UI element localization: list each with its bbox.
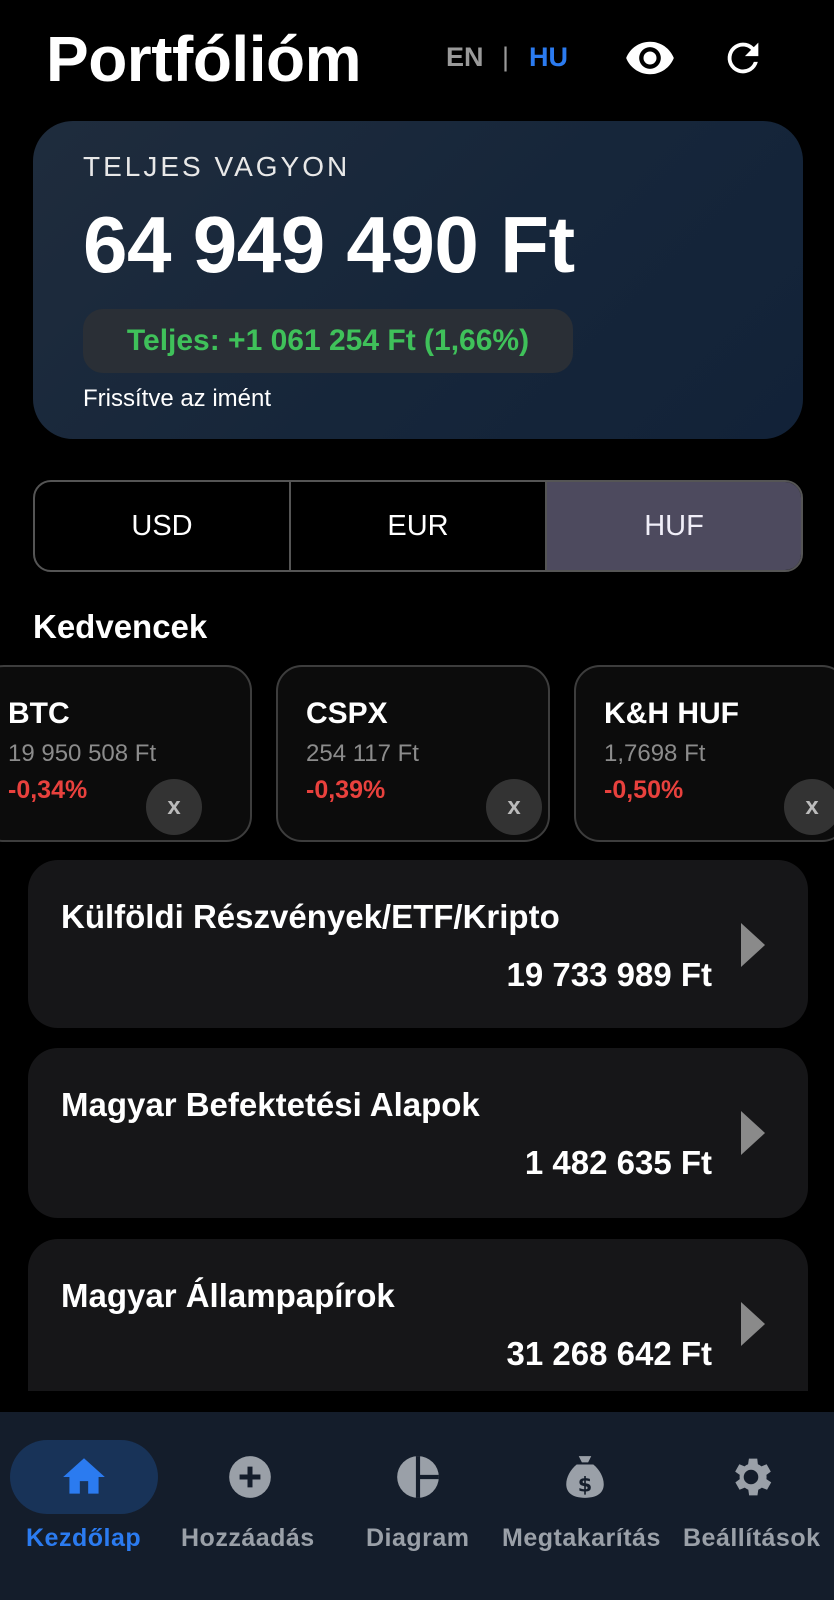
favorite-card-kh-huf[interactable]: K&H HUF 1,7698 Ft -0,50% x bbox=[574, 665, 834, 842]
eye-icon[interactable] bbox=[622, 30, 678, 86]
gear-icon bbox=[724, 1450, 778, 1504]
favorite-name: BTC bbox=[8, 697, 70, 730]
lang-separator: | bbox=[502, 42, 510, 72]
category-name: Magyar Állampapírok bbox=[61, 1277, 395, 1314]
category-name: Külföldi Részvények/ETF/Kripto bbox=[61, 898, 560, 935]
favorite-remove-button[interactable]: x bbox=[146, 779, 202, 835]
favorite-change: -0,39% bbox=[306, 776, 386, 804]
nav-item-add[interactable]: Hozzáadás bbox=[168, 1412, 334, 1600]
total-wealth-value: 64 949 490 Ft bbox=[83, 200, 575, 289]
updated-status: Frissítve az imént bbox=[83, 385, 272, 412]
favorite-card-btc[interactable]: BTC 19 950 508 Ft -0,34% x bbox=[0, 665, 252, 842]
category-value: 1 482 635 Ft bbox=[524, 1144, 712, 1181]
total-change-text: Teljes: +1 061 254 Ft (1,66%) bbox=[126, 324, 530, 357]
app-header: Portfólióm EN | HU bbox=[0, 0, 834, 120]
pie-chart-icon bbox=[391, 1450, 445, 1504]
money-bag-icon: $ bbox=[558, 1450, 612, 1504]
nav-label-savings: Megtakarítás bbox=[502, 1524, 661, 1552]
currency-selector: USD EUR HUF bbox=[33, 480, 803, 572]
nav-item-home[interactable]: Kezdőlap bbox=[0, 1412, 168, 1600]
nav-label-home: Kezdőlap bbox=[26, 1524, 142, 1552]
favorite-price: 19 950 508 Ft bbox=[8, 740, 157, 767]
nav-item-savings[interactable]: $ Megtakarítás bbox=[500, 1412, 668, 1600]
chevron-right-icon bbox=[741, 1302, 765, 1346]
chevron-right-icon bbox=[741, 923, 765, 967]
total-wealth-card: TELJES VAGYON 64 949 490 Ft Teljes: +1 0… bbox=[33, 121, 803, 439]
chevron-right-icon bbox=[741, 1111, 765, 1155]
total-wealth-label: TELJES VAGYON bbox=[83, 151, 351, 182]
category-card-hu-bonds[interactable]: Magyar Állampapírok 31 268 642 Ft bbox=[28, 1239, 808, 1391]
favorites-title: Kedvencek bbox=[33, 608, 208, 645]
favorite-remove-button[interactable]: x bbox=[784, 779, 834, 835]
svg-text:$: $ bbox=[578, 1473, 593, 1497]
home-icon bbox=[57, 1450, 111, 1504]
refresh-icon[interactable] bbox=[715, 30, 771, 86]
category-card-foreign-stocks[interactable]: Külföldi Részvények/ETF/Kripto 19 733 98… bbox=[28, 860, 808, 1028]
category-value: 31 268 642 Ft bbox=[506, 1335, 712, 1372]
favorite-price: 254 117 Ft bbox=[306, 740, 419, 767]
category-card-hu-funds[interactable]: Magyar Befektetési Alapok 1 482 635 Ft bbox=[28, 1048, 808, 1218]
total-change-badge: Teljes: +1 061 254 Ft (1,66%) bbox=[83, 309, 573, 373]
nav-item-chart[interactable]: Diagram bbox=[334, 1412, 500, 1600]
nav-label-settings: Beállítások bbox=[683, 1524, 821, 1552]
favorite-name: K&H HUF bbox=[604, 697, 739, 730]
nav-item-settings[interactable]: Beállítások bbox=[668, 1412, 834, 1600]
lang-hu-toggle[interactable]: HU bbox=[529, 42, 568, 73]
currency-usd-button[interactable]: USD bbox=[35, 482, 291, 570]
nav-label-chart: Diagram bbox=[366, 1524, 470, 1552]
currency-eur-button[interactable]: EUR bbox=[291, 482, 547, 570]
page-title: Portfólióm bbox=[46, 23, 361, 95]
category-value: 19 733 989 Ft bbox=[506, 956, 712, 993]
bottom-navigation: Kezdőlap Hozzáadás Diagram $ Megtakarítá… bbox=[0, 1412, 834, 1600]
favorite-change: -0,34% bbox=[8, 776, 88, 804]
favorite-card-cspx[interactable]: CSPX 254 117 Ft -0,39% x bbox=[276, 665, 550, 842]
add-circle-icon bbox=[223, 1450, 277, 1504]
favorite-price: 1,7698 Ft bbox=[604, 740, 706, 767]
favorite-name: CSPX bbox=[306, 697, 388, 730]
lang-en-toggle[interactable]: EN bbox=[446, 42, 484, 73]
currency-huf-button[interactable]: HUF bbox=[547, 482, 801, 570]
favorite-change: -0,50% bbox=[604, 776, 684, 804]
favorite-remove-button[interactable]: x bbox=[486, 779, 542, 835]
nav-label-add: Hozzáadás bbox=[181, 1524, 315, 1552]
category-name: Magyar Befektetési Alapok bbox=[61, 1086, 480, 1123]
